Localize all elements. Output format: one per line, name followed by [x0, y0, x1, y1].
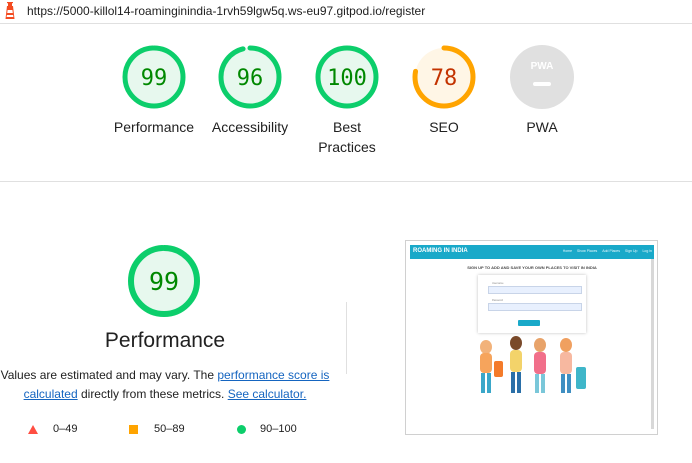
gauge-best-practices[interactable]: 100 Best Practices — [292, 45, 402, 157]
url-bar: https://5000-killol14-roaminginindia-1rv… — [0, 0, 692, 24]
thumb-field-label: Username — [492, 282, 504, 285]
desc-text-2: directly from these metrics. — [77, 387, 228, 401]
thumb-scrollbar — [651, 259, 654, 429]
thumb-field-label: Password — [492, 299, 503, 302]
thumb-username-field — [488, 286, 582, 294]
performance-description: Values are estimated and may vary. The p… — [0, 366, 330, 404]
gauge-label: PWA — [526, 119, 558, 135]
thumb-brand: ROAMING IN INDIA — [413, 248, 468, 254]
gauge-label: Performance — [113, 119, 195, 135]
thumb-nav-links: Home Show Places Add Places Sign Up Log … — [563, 249, 652, 253]
thumb-nav-link: Log in — [642, 249, 652, 253]
report-url[interactable]: https://5000-killol14-roaminginindia-1rv… — [27, 4, 425, 18]
performance-title: Performance — [104, 329, 226, 352]
vertical-divider — [346, 302, 347, 374]
square-icon — [129, 424, 138, 434]
thumb-password-field — [488, 303, 582, 311]
legend-average: 50–89 — [128, 423, 185, 435]
thumb-navbar: ROAMING IN INDIA Home Show Places Add Pl… — [410, 245, 654, 259]
legend-label: 50–89 — [154, 423, 185, 435]
gauge-label: Best Practices — [318, 119, 376, 155]
final-screenshot[interactable]: ROAMING IN INDIA Home Show Places Add Pl… — [405, 240, 658, 435]
gauge-score: 96 — [237, 66, 264, 91]
gauge-score: 100 — [327, 66, 367, 91]
gauge-ring: 100 — [315, 45, 379, 109]
legend-label: 0–49 — [53, 423, 78, 435]
pwa-badge-text: PWA — [531, 61, 554, 72]
gauge-ring: 99 — [122, 45, 186, 109]
pwa-badge-icon: PWA — [510, 45, 574, 109]
gauge-label: SEO — [429, 119, 459, 135]
legend-pass: 90–100 — [236, 423, 297, 435]
thumb-nav-link: Show Places — [577, 249, 598, 253]
see-calculator-link[interactable]: See calculator. — [228, 387, 307, 401]
triangle-icon — [28, 424, 38, 434]
gauge-label: Accessibility — [211, 119, 289, 135]
gauge-pwa[interactable]: PWA PWA — [487, 45, 597, 137]
thumb-nav-link: Home — [562, 249, 573, 253]
gauge-ring: 78 — [412, 45, 476, 109]
gauge-score: 78 — [431, 66, 458, 91]
thumb-nav-link: Add Places — [602, 249, 620, 253]
gauge-performance[interactable]: 99 Performance — [99, 45, 209, 137]
thumb-nav-link: Sign Up — [625, 249, 638, 253]
performance-big-score: 99 — [149, 267, 179, 296]
performance-big-gauge: 99 — [128, 245, 200, 317]
gauge-accessibility[interactable]: 96 Accessibility — [195, 45, 305, 137]
gauge-seo[interactable]: 78 SEO — [389, 45, 499, 137]
thumb-heading: SIGN UP TO ADD AND SAVE YOUR OWN PLACES … — [467, 265, 597, 270]
lighthouse-logo-icon — [5, 2, 15, 19]
circle-icon — [237, 424, 246, 434]
desc-text-1: Values are estimated and may vary. The — [0, 368, 218, 382]
legend-fail: 0–49 — [27, 423, 77, 435]
legend-label: 90–100 — [260, 423, 297, 435]
thumb-submit-button — [518, 320, 540, 326]
gauge-score: 99 — [141, 66, 168, 91]
section-divider — [0, 181, 692, 182]
travelers-illustration-icon — [480, 336, 586, 393]
thumb-signup-form: Username Password — [478, 275, 586, 333]
gauge-ring: 96 — [218, 45, 282, 109]
